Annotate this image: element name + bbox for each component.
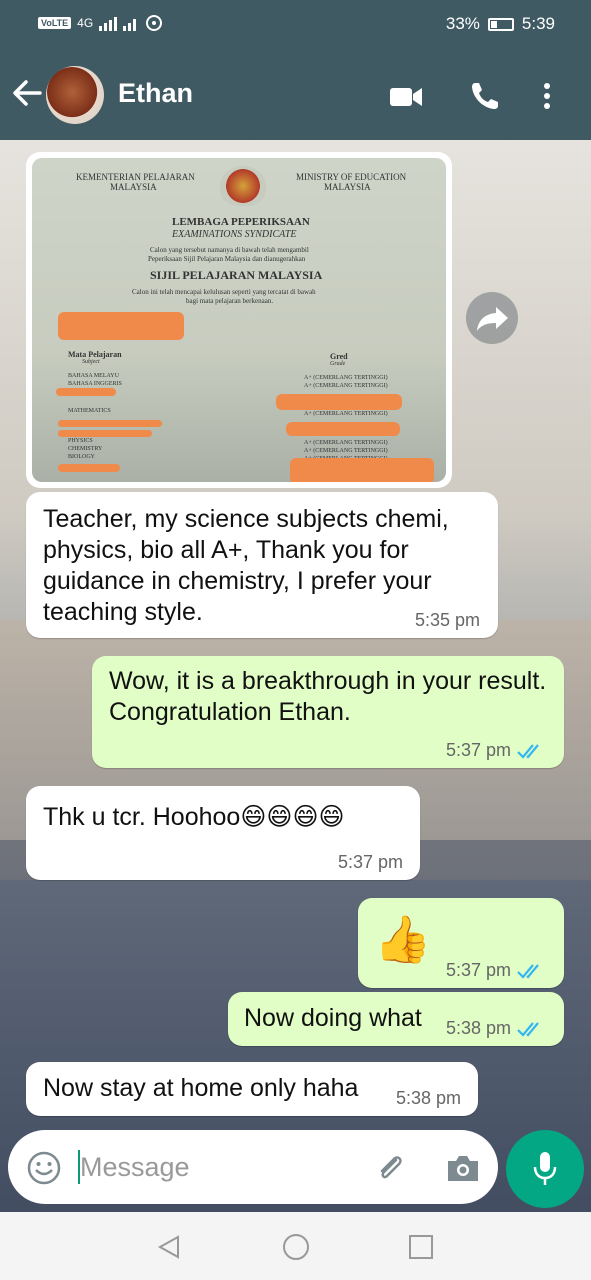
message-text: Thk u tcr. Hoohoo😄😄😄😄 [43,803,345,831]
message-timestamp: 5:38 pm [396,1088,462,1108]
read-receipt-icon [517,963,539,979]
thumbs-up-emoji: 👍 [374,913,432,965]
cert-subject-5: CHEMISTRY [68,446,103,452]
cert-grade-3: A+ (CEMERLANG TERTINGGI) [304,411,388,417]
message-timestamp: 5:37 pm [338,852,404,872]
home-nav-icon[interactable] [282,1233,310,1261]
cert-subject-6: BIOLOGY [68,454,95,460]
battery-icon [487,17,514,31]
redaction-mark [58,312,184,340]
redaction-mark [286,422,400,436]
read-receipt-icon [517,1021,539,1037]
chat-area[interactable]: KEMENTERIAN PELAJARAN MALAYSIA MINISTRY … [0,140,591,1212]
recents-nav-icon[interactable] [408,1234,434,1260]
contact-name[interactable]: Ethan [118,78,193,109]
chat-header: Ethan [0,52,591,140]
cert-country-en: MALAYSIA [324,182,371,192]
outgoing-message[interactable]: Now doing what 5:38 pm [228,992,564,1046]
certificate-image[interactable]: KEMENTERIAN PELAJARAN MALAYSIA MINISTRY … [32,158,446,482]
message-timestamp: 5:38 pm [446,1018,512,1038]
cert-ministry-ms: KEMENTERIAN PELAJARAN [76,172,195,182]
redaction-mark [290,458,434,482]
outgoing-message[interactable]: Wow, it is a breakthrough in your result… [92,656,564,768]
camera-icon[interactable] [444,1150,482,1186]
cert-grade-head: Gred [330,352,348,361]
cert-ministry-en: MINISTRY OF EDUCATION [296,172,407,182]
forward-icon [477,307,508,331]
message-time: 5:38 pm [446,1018,545,1039]
message-time: 5:37 pm [446,960,545,981]
cert-grade-sub: Grade [330,361,346,367]
network-type: 4G [77,16,94,30]
cert-subject-4: PHYSICS [68,438,93,444]
message-timestamp: 5:35 pm [415,610,481,630]
battery-percent: 33% [445,14,480,33]
message-text: Now doing what [244,1004,422,1032]
message-text: Wow, it is a breakthrough in your result… [109,667,547,726]
message-timestamp: 5:37 pm [446,740,512,760]
cert-country-ms: MALAYSIA [110,182,157,192]
voice-record-button[interactable] [506,1130,584,1208]
redaction-mark [58,420,162,427]
cert-subject-3: MATHEMATICS [68,408,111,414]
cert-grade-5: A+ (CEMERLANG TERTINGGI) [304,448,388,454]
image-message-bubble[interactable]: KEMENTERIAN PELAJARAN MALAYSIA MINISTRY … [26,152,452,488]
hotspot-icon [146,15,163,31]
message-time: 5:37 pm [338,852,403,873]
read-receipt-icon [517,743,539,759]
message-time: 5:35 pm [415,610,480,631]
redaction-mark [276,394,402,410]
more-options-icon[interactable] [537,80,557,112]
incoming-message[interactable]: Teacher, my science subjects chemi, phys… [26,492,498,638]
redaction-mark [58,430,152,437]
redaction-mark [56,388,116,396]
cert-subject-sub: Subject [82,359,100,365]
back-arrow-icon[interactable] [10,76,44,110]
cert-line1: Calon yang tersebut namanya di bawah tel… [150,246,309,254]
back-nav-icon[interactable] [156,1234,182,1260]
cert-grade-1: A+ (CEMERLANG TERTINGGI) [304,375,388,381]
coat-of-arms-icon [220,166,266,206]
cert-title: SIJIL PELAJARAN MALAYSIA [150,268,323,282]
system-nav-bar [0,1212,591,1280]
cert-subject-2: BAHASA INGGERIS [68,381,122,387]
cert-board-en: EXAMINATIONS SYNDICATE [172,229,297,240]
cert-board-ms: LEMBAGA PEPERIKSAAN [172,216,310,228]
emoji-icon[interactable] [26,1150,62,1186]
message-time: 5:37 pm [446,740,545,761]
cert-grade-2: A+ (CEMERLANG TERTINGGI) [304,383,388,389]
redaction-mark [58,464,120,472]
contact-avatar[interactable] [46,66,104,124]
signal-icon [99,17,137,31]
message-time: 5:38 pm [396,1088,461,1109]
message-timestamp: 5:37 pm [446,960,512,980]
message-input[interactable]: Message [80,1152,190,1183]
microphone-icon [533,1152,557,1185]
incoming-message[interactable]: Thk u tcr. Hoohoo😄😄😄😄 5:37 pm [26,786,420,880]
attach-icon[interactable] [372,1150,408,1186]
status-bar: VoLTE 4G 33% 5:39 [0,0,591,52]
video-call-icon[interactable] [389,80,423,112]
volte-indicator: VoLTE [38,17,72,29]
voice-call-icon[interactable] [469,80,503,112]
cert-line4: bagi mata pelajaran berkenaan. [186,297,274,305]
clock: 5:39 [521,14,555,33]
outgoing-message[interactable]: 👍 5:37 pm [358,898,564,988]
forward-button[interactable] [466,292,518,344]
message-text: Now stay at home only haha [43,1074,359,1102]
message-composer[interactable]: Message [8,1130,498,1204]
cert-line2: Peperiksaan Sijil Pelajaran Malaysia dan… [148,255,306,263]
cert-subject-1: BAHASA MELAYU [68,373,119,379]
cert-line3: Calon ini telah mencapai kelulusan seper… [132,288,316,296]
incoming-message[interactable]: Now stay at home only haha 5:38 pm [26,1062,478,1116]
cert-grade-4: A+ (CEMERLANG TERTINGGI) [304,440,388,446]
cert-subject-head: Mata Pelajaran [68,350,122,359]
